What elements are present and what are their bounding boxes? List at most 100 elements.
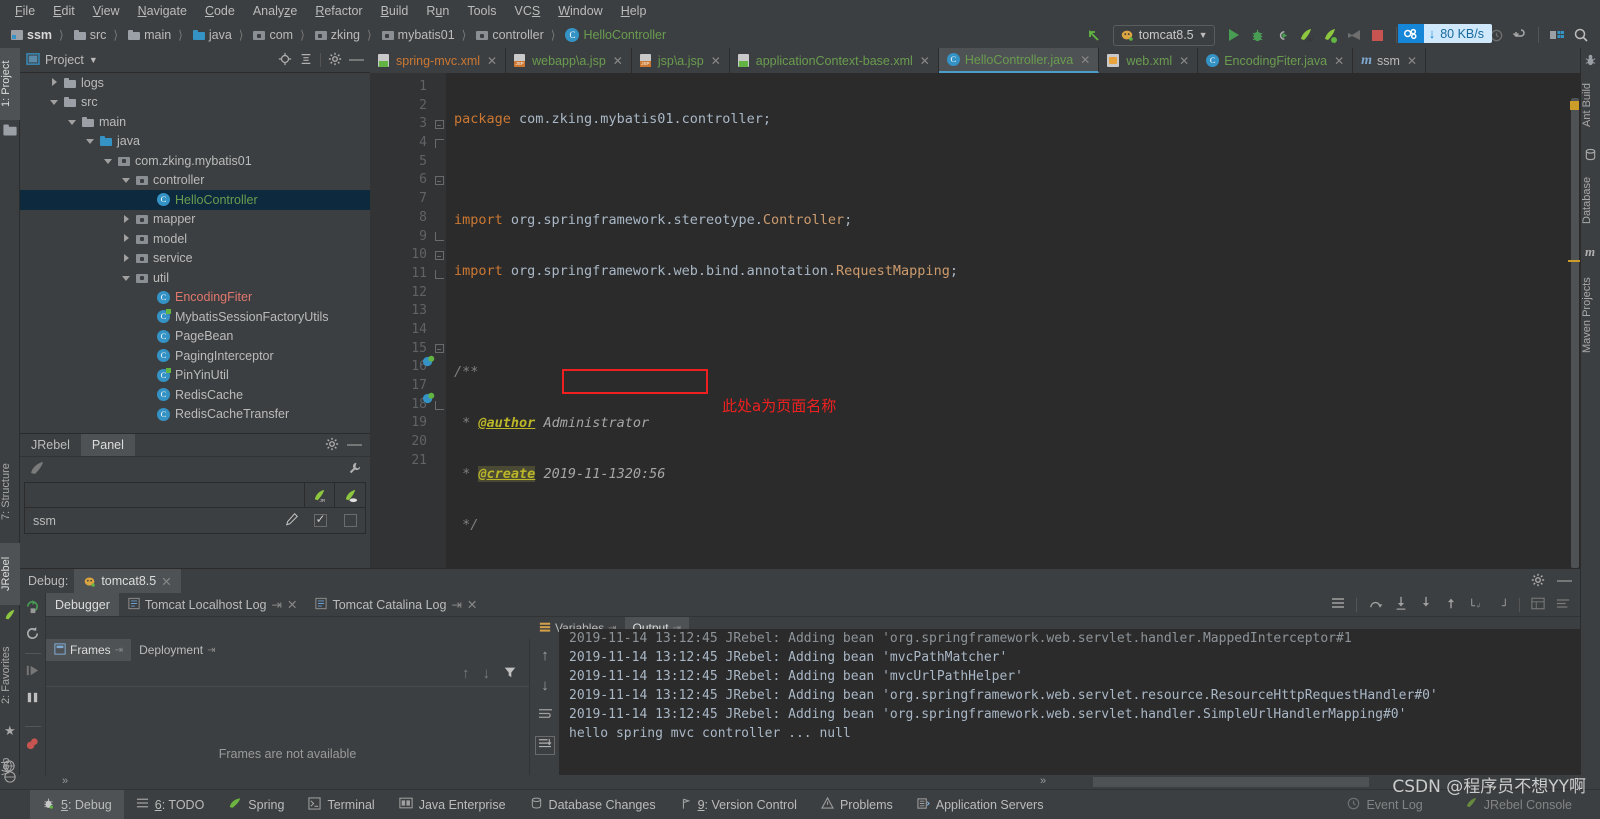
tree-item-hellocontroller[interactable]: C HelloController bbox=[20, 190, 370, 210]
step-out-icon[interactable] bbox=[1444, 596, 1458, 613]
gear-icon[interactable] bbox=[328, 52, 342, 69]
gear-icon[interactable] bbox=[325, 437, 339, 454]
fold-marker[interactable] bbox=[434, 344, 444, 354]
pin-icon[interactable]: ⇥ bbox=[115, 645, 123, 656]
close-icon[interactable]: ✕ bbox=[1407, 54, 1417, 68]
breadcrumb-item-src[interactable]: src ⟩ bbox=[71, 27, 124, 43]
breadcrumb-item-ssm[interactable]: ssm ⟩ bbox=[8, 27, 70, 43]
editor-scrollbar[interactable] bbox=[1568, 98, 1580, 568]
tree-item-mybatissessionfactoryutils[interactable]: C MybatisSessionFactoryUtils bbox=[20, 307, 370, 327]
tree-expander-expanded[interactable] bbox=[103, 156, 113, 166]
editor-tab-encodingfiter-java[interactable]: C EncodingFiter.java ✕ bbox=[1198, 48, 1354, 73]
status-bar-item-6-todo[interactable]: 6: TODO bbox=[124, 790, 217, 819]
status-bar-item-application-servers[interactable]: Application Servers bbox=[905, 790, 1056, 819]
scroll-to-end-icon[interactable] bbox=[535, 736, 555, 755]
tree-item-mapper[interactable]: mapper bbox=[20, 210, 370, 230]
close-icon[interactable]: ✕ bbox=[1334, 54, 1344, 68]
breadcrumb-item-com[interactable]: com ⟩ bbox=[250, 27, 310, 43]
menu-item-tools[interactable]: Tools bbox=[458, 2, 505, 20]
sidebar-tab-ant-build[interactable]: Ant Build bbox=[1581, 70, 1600, 140]
build-button[interactable] bbox=[1343, 24, 1365, 46]
jrebel-debug-button[interactable] bbox=[1319, 24, 1341, 46]
tree-item-paginginterceptor[interactable]: C PagingInterceptor bbox=[20, 346, 370, 366]
status-bar-item-java-enterprise[interactable]: Java Enterprise bbox=[387, 790, 518, 819]
settings-icon[interactable] bbox=[1546, 24, 1568, 46]
tree-item-rediscachetransfer[interactable]: C RedisCacheTransfer bbox=[20, 405, 370, 425]
run-configuration-selector[interactable]: tomcat8.5 ▼ bbox=[1112, 24, 1215, 46]
table-row[interactable]: ssm bbox=[25, 508, 365, 533]
rerun-icon[interactable] bbox=[25, 599, 40, 617]
tree-expander-collapsed[interactable] bbox=[49, 78, 59, 88]
jrebel-remote-checkbox[interactable] bbox=[343, 514, 357, 527]
sub-tab-frames[interactable]: Frames ⇥ bbox=[46, 639, 132, 661]
breadcrumb-item-main[interactable]: main ⟩ bbox=[125, 27, 189, 43]
menu-item-run[interactable]: Run bbox=[417, 2, 458, 20]
pin-icon[interactable]: ⇥ bbox=[207, 645, 215, 656]
tree-item-pagebean[interactable]: C PageBean bbox=[20, 327, 370, 347]
code-editor[interactable]: 1 2 3 4 5 6 7 8 9 10 11 12 13 14 15 16 17 18 19 20 21 bbox=[370, 73, 1580, 568]
drop-frame-icon[interactable]: ↲ bbox=[1469, 596, 1483, 613]
tree-expander-expanded[interactable] bbox=[49, 97, 59, 107]
up-arrow-icon[interactable]: ↑ bbox=[462, 665, 470, 682]
evaluate-icon[interactable] bbox=[1531, 597, 1545, 613]
close-icon[interactable]: ✕ bbox=[161, 574, 171, 589]
editor-tab-webapp-a-jsp[interactable]: webapp\a.jsp ✕ bbox=[506, 48, 632, 73]
status-bar-item-problems[interactable]: Problems bbox=[809, 790, 905, 819]
tree-expander-expanded[interactable] bbox=[121, 175, 131, 185]
menu-item-build[interactable]: Build bbox=[372, 2, 418, 20]
hide-icon[interactable]: — bbox=[349, 52, 364, 67]
close-icon[interactable]: ✕ bbox=[920, 54, 930, 68]
sidebar-tab-structure[interactable]: 7: Structure bbox=[0, 448, 20, 536]
back-arrow-icon[interactable] bbox=[1083, 24, 1105, 46]
run-gutter-icon-class[interactable] bbox=[422, 355, 435, 371]
tree-item-java[interactable]: java bbox=[20, 132, 370, 152]
tree-expander-collapsed[interactable] bbox=[121, 214, 131, 224]
mute-breakpoints-icon[interactable] bbox=[25, 736, 40, 754]
code-folding-gutter[interactable] bbox=[432, 73, 446, 568]
code-text[interactable]: package com.zking.mybatis01.controller; … bbox=[446, 73, 1580, 568]
tree-item-encodingfiter[interactable]: C EncodingFiter bbox=[20, 288, 370, 308]
close-icon[interactable]: ✕ bbox=[613, 54, 623, 68]
editor-tab-ssm[interactable]: m ssm ✕ bbox=[1353, 48, 1426, 73]
stop-button[interactable] bbox=[1367, 24, 1389, 46]
tree-expander-expanded[interactable] bbox=[85, 136, 95, 146]
editor-tab-hellocontroller-java[interactable]: C HelloController.java ✕ bbox=[938, 48, 1100, 73]
rollback-icon[interactable] bbox=[1509, 24, 1531, 46]
tree-item-rediscache[interactable]: C RedisCache bbox=[20, 385, 370, 405]
tree-item-util[interactable]: util bbox=[20, 268, 370, 288]
settings-icon[interactable] bbox=[1531, 573, 1545, 590]
tree-item-main[interactable]: main bbox=[20, 112, 370, 132]
pause-icon[interactable] bbox=[25, 690, 40, 708]
jrebel-run-col-icon[interactable]: JR bbox=[305, 483, 335, 507]
sidebar-tab-favorites[interactable]: 2: Favorites bbox=[0, 633, 20, 717]
status-bar-item-9-version-control[interactable]: 9: Version Control bbox=[668, 790, 809, 819]
status-bar-item-database-changes[interactable]: Database Changes bbox=[518, 790, 668, 819]
tree-item-src[interactable]: src bbox=[20, 93, 370, 113]
tree-item-pinyinutil[interactable]: C PinYinUtil bbox=[20, 366, 370, 386]
settings2-icon[interactable] bbox=[1556, 597, 1570, 613]
tree-item-model[interactable]: model bbox=[20, 229, 370, 249]
tree-expander-expanded[interactable] bbox=[67, 117, 77, 127]
run-gutter-icon-method[interactable] bbox=[422, 392, 435, 408]
menu-item-window[interactable]: Window bbox=[549, 2, 611, 20]
locate-icon[interactable] bbox=[278, 52, 292, 69]
project-tree[interactable]: logs src main java com.zking.mybatis01 contro… bbox=[20, 72, 370, 433]
debug-session-tab[interactable]: tomcat8.5 ✕ bbox=[74, 569, 181, 593]
restart-icon[interactable] bbox=[25, 626, 40, 644]
tree-item-logs[interactable]: logs bbox=[20, 73, 370, 93]
down-arrow-icon[interactable]: ↓ bbox=[483, 665, 491, 682]
menu-item-file[interactable]: File bbox=[6, 2, 44, 20]
close-icon[interactable]: ✕ bbox=[1179, 54, 1189, 68]
jrebel-remote-col-icon[interactable] bbox=[335, 483, 365, 507]
fold-marker[interactable] bbox=[434, 251, 444, 261]
filter-icon[interactable] bbox=[503, 665, 517, 682]
tab-tomcat-catalina-log[interactable]: Tomcat Catalina Log ⇥ ✕ bbox=[306, 593, 486, 616]
editor-tab-jsp-a-jsp[interactable]: jsp\a.jsp ✕ bbox=[632, 48, 730, 73]
collapse-all-icon[interactable] bbox=[299, 52, 313, 69]
network-speed-badge[interactable]: ↓ 80 KB/s bbox=[1397, 24, 1492, 43]
tree-item-service[interactable]: service bbox=[20, 249, 370, 269]
status-bar-item-5-debug[interactable]: 5: Debug bbox=[30, 789, 124, 819]
wrench-icon[interactable] bbox=[347, 461, 362, 479]
scrollbar-thumb[interactable] bbox=[1571, 98, 1579, 568]
sidebar-tab-project[interactable]: 1: Project bbox=[0, 48, 20, 120]
